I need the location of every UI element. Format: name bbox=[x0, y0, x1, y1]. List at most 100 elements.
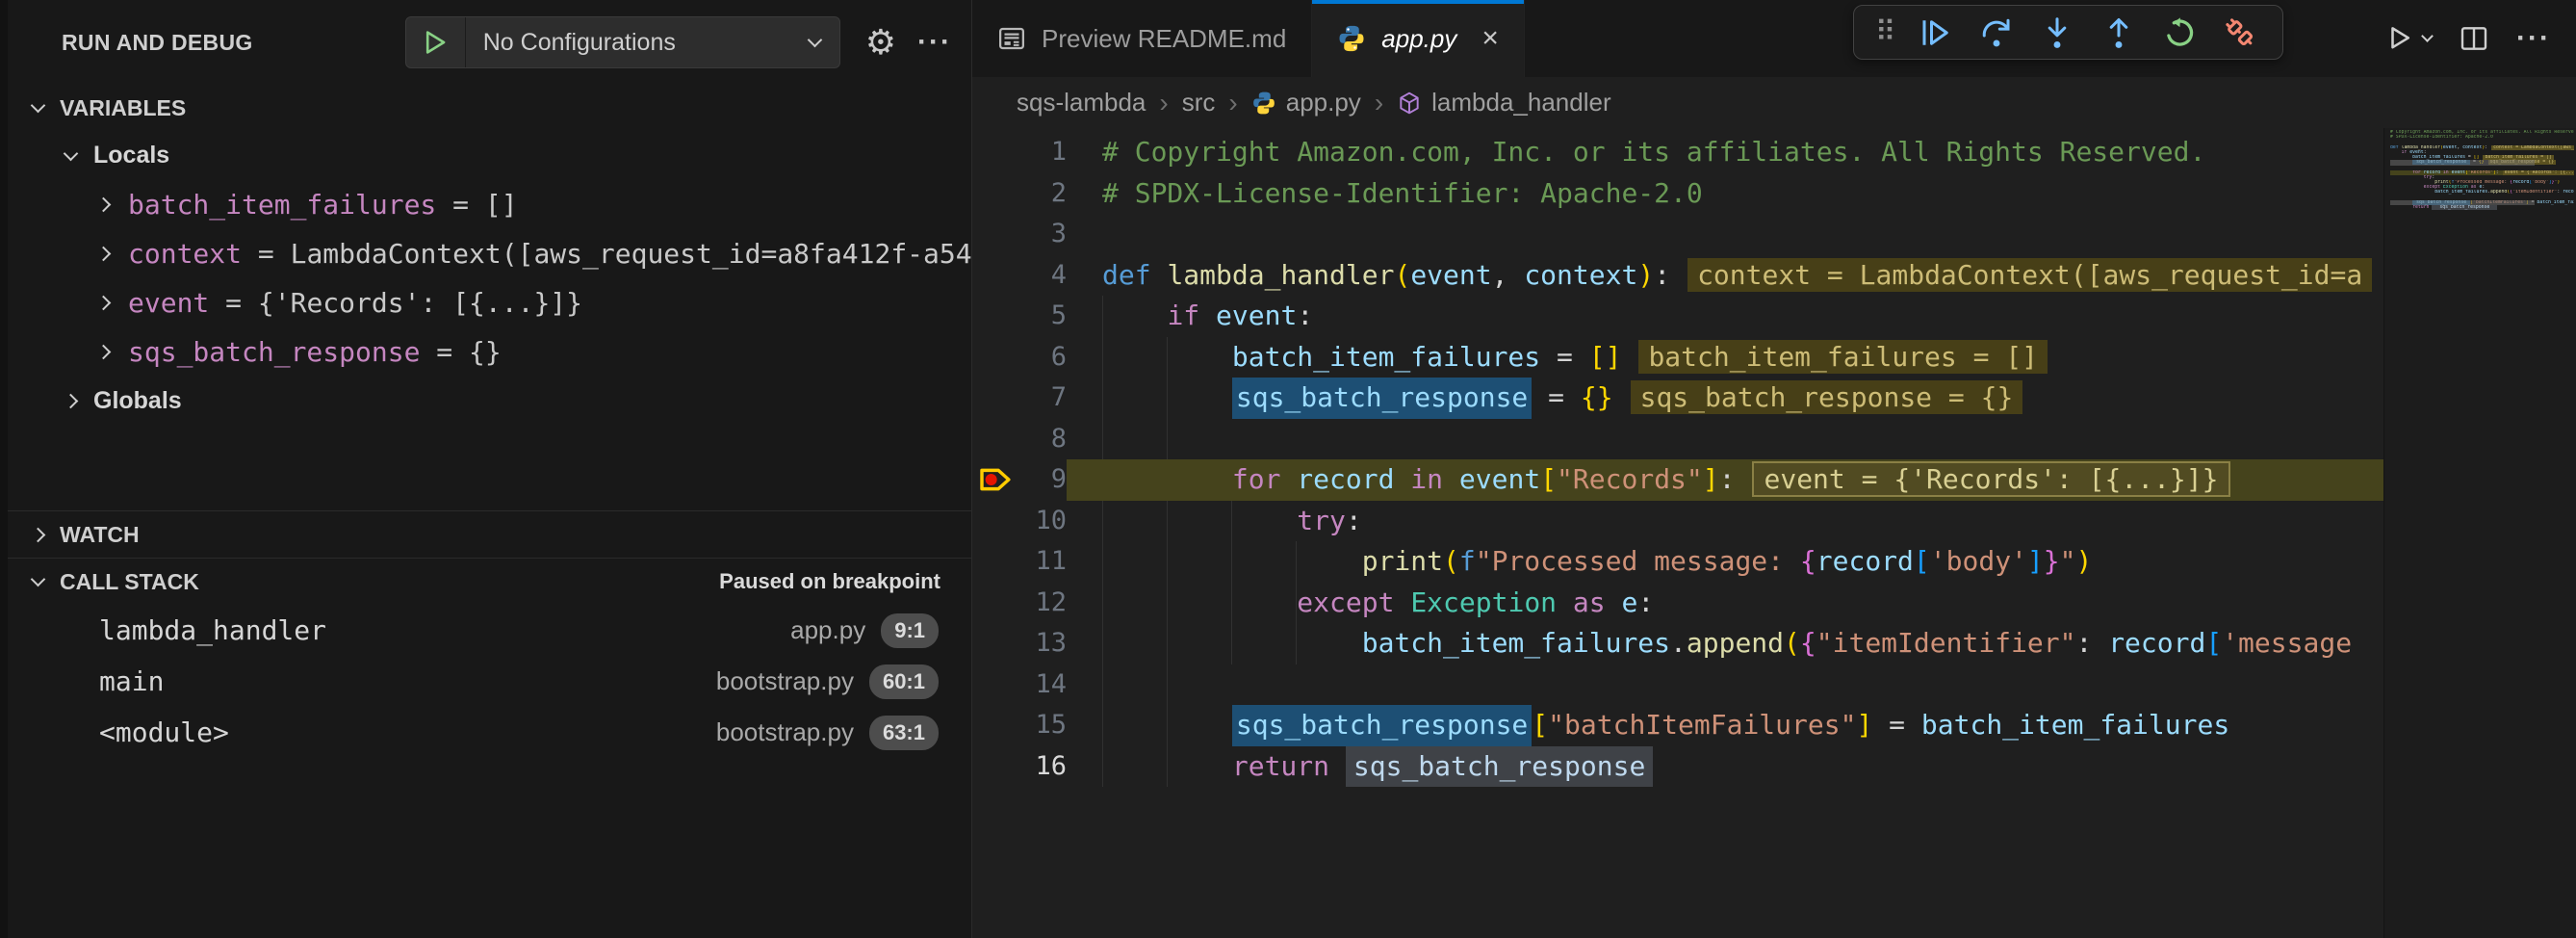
code-line[interactable]: 10 try: bbox=[972, 501, 2383, 542]
breakpoint-gutter[interactable] bbox=[972, 214, 1022, 255]
code-text[interactable]: if event: bbox=[1067, 296, 2383, 337]
breadcrumb-item-symbol[interactable]: lambda_handler bbox=[1397, 88, 1610, 117]
line-number[interactable]: 2 bbox=[1022, 173, 1067, 215]
code-line[interactable]: 1# Copyright Amazon.com, Inc. or its aff… bbox=[972, 132, 2383, 173]
stack-frame-row[interactable]: <module> bootstrap.py 63:1 bbox=[8, 707, 971, 758]
code-line[interactable]: 13 batch_item_failures.append({"itemIden… bbox=[972, 623, 2383, 664]
line-number[interactable]: 11 bbox=[1022, 541, 1067, 583]
stack-frame-row[interactable]: lambda_handler app.py 9:1 bbox=[8, 605, 971, 656]
code-line[interactable]: 3 bbox=[972, 214, 2383, 255]
variable-row[interactable]: event = {'Records': [{...}]} bbox=[8, 278, 971, 327]
close-tab-icon[interactable]: × bbox=[1481, 24, 1499, 53]
tab-app-py[interactable]: app.py × bbox=[1312, 0, 1525, 77]
run-python-file-button[interactable] bbox=[2384, 22, 2432, 55]
toolbar-gripper-icon[interactable]: ⠿ bbox=[1875, 18, 1896, 47]
code-text[interactable]: sqs_batch_response = {}sqs_batch_respons… bbox=[1067, 378, 2383, 419]
code-line[interactable]: 2# SPDX-License-Identifier: Apache-2.0 bbox=[972, 173, 2383, 215]
tab-preview-readme[interactable]: Preview README.md bbox=[972, 0, 1312, 77]
breakpoint-gutter[interactable] bbox=[972, 664, 1022, 706]
more-editor-actions-icon[interactable]: ··· bbox=[2516, 22, 2551, 55]
breadcrumb-item-file[interactable]: app.py bbox=[1251, 88, 1361, 117]
code-text[interactable]: # Copyright Amazon.com, Inc. or its affi… bbox=[1067, 132, 2383, 173]
code-line[interactable]: 16 return sqs_batch_response bbox=[972, 746, 2383, 788]
breadcrumb-item[interactable]: src bbox=[1182, 88, 1216, 117]
code-line[interactable]: 7 sqs_batch_response = {}sqs_batch_respo… bbox=[972, 378, 2383, 419]
line-number[interactable]: 15 bbox=[1022, 705, 1067, 746]
code-text[interactable]: # SPDX-License-Identifier: Apache-2.0 bbox=[1067, 173, 2383, 215]
variable-row[interactable]: context = LambdaContext([aws_request_id=… bbox=[8, 229, 971, 278]
breakpoint-gutter[interactable] bbox=[972, 623, 1022, 664]
code-line[interactable]: 5 if event: bbox=[972, 296, 2383, 337]
code-line[interactable]: 12 except Exception as e: bbox=[972, 583, 2383, 624]
chevron-right-icon[interactable] bbox=[96, 345, 112, 360]
variable-row[interactable]: batch_item_failures = [] bbox=[8, 180, 971, 229]
code-text[interactable]: batch_item_failures = []batch_item_failu… bbox=[1067, 337, 2383, 378]
code-text[interactable]: print(f"Processed message: {record['body… bbox=[1067, 541, 2383, 583]
chevron-right-icon[interactable] bbox=[96, 296, 112, 311]
line-number[interactable]: 4 bbox=[1022, 255, 1067, 297]
code-line[interactable]: 14 bbox=[972, 664, 2383, 706]
gear-icon[interactable]: ⚙ bbox=[865, 25, 896, 60]
code-line[interactable]: 4def lambda_handler(event, context):cont… bbox=[972, 255, 2383, 297]
chevron-right-icon[interactable] bbox=[96, 197, 112, 213]
code-text[interactable] bbox=[1067, 664, 2383, 706]
globals-scope-row[interactable]: Globals bbox=[8, 377, 971, 426]
code-lines[interactable]: 1# Copyright Amazon.com, Inc. or its aff… bbox=[972, 128, 2383, 938]
start-debugging-icon[interactable] bbox=[406, 17, 466, 67]
code-text[interactable]: sqs_batch_response["batchItemFailures"] … bbox=[1067, 705, 2383, 746]
call-stack-section-header[interactable]: CALL STACK Paused on breakpoint bbox=[8, 559, 971, 605]
code-line[interactable]: 11 print(f"Processed message: {record['b… bbox=[972, 541, 2383, 583]
disconnect-button[interactable] bbox=[2219, 12, 2261, 54]
step-into-button[interactable] bbox=[2036, 12, 2078, 54]
line-number[interactable]: 7 bbox=[1022, 378, 1067, 419]
line-number[interactable]: 1 bbox=[1022, 132, 1067, 173]
line-number[interactable]: 12 bbox=[1022, 583, 1067, 624]
line-number[interactable]: 16 bbox=[1022, 746, 1067, 788]
restart-button[interactable] bbox=[2158, 12, 2201, 54]
minimap[interactable]: # Copyright Amazon.com, Inc. or its affi… bbox=[2383, 128, 2576, 938]
breadcrumb-item[interactable]: sqs-lambda bbox=[1017, 88, 1146, 117]
line-number[interactable]: 13 bbox=[1022, 623, 1067, 664]
code-text[interactable]: try: bbox=[1067, 501, 2383, 542]
line-number[interactable]: 10 bbox=[1022, 501, 1067, 542]
breakpoint-gutter[interactable] bbox=[972, 173, 1022, 215]
breakpoint-gutter[interactable] bbox=[972, 541, 1022, 583]
line-number[interactable]: 9 bbox=[1022, 459, 1067, 501]
locals-scope-row[interactable]: Locals bbox=[8, 131, 971, 180]
breakpoint-gutter[interactable] bbox=[972, 705, 1022, 746]
breakpoint-gutter[interactable] bbox=[972, 501, 1022, 542]
split-editor-button[interactable] bbox=[2459, 23, 2489, 54]
breakpoint-gutter[interactable] bbox=[972, 255, 1022, 297]
code-line[interactable]: 9 for record in event["Records"]:event =… bbox=[972, 459, 2383, 501]
code-text[interactable] bbox=[1067, 419, 2383, 460]
code-line[interactable]: 6 batch_item_failures = []batch_item_fai… bbox=[972, 337, 2383, 378]
more-actions-icon[interactable]: ··· bbox=[917, 26, 952, 59]
step-out-button[interactable] bbox=[2098, 12, 2140, 54]
variables-section-header[interactable]: VARIABLES bbox=[8, 85, 971, 131]
line-number[interactable]: 3 bbox=[1022, 214, 1067, 255]
code-line[interactable]: 15 sqs_batch_response["batchItemFailures… bbox=[972, 705, 2383, 746]
breakpoint-gutter[interactable] bbox=[972, 132, 1022, 173]
watch-section-header[interactable]: WATCH bbox=[8, 510, 971, 559]
code-text[interactable]: except Exception as e: bbox=[1067, 583, 2383, 624]
line-number[interactable]: 5 bbox=[1022, 296, 1067, 337]
line-number[interactable]: 14 bbox=[1022, 664, 1067, 706]
debug-config-dropdown[interactable]: No Configurations bbox=[405, 16, 840, 68]
code-text[interactable]: def lambda_handler(event, context):conte… bbox=[1067, 255, 2383, 297]
chevron-right-icon[interactable] bbox=[96, 247, 112, 262]
breakpoint-gutter[interactable] bbox=[972, 583, 1022, 624]
line-number[interactable]: 8 bbox=[1022, 419, 1067, 460]
stack-frame-row[interactable]: main bootstrap.py 60:1 bbox=[8, 656, 971, 707]
breakpoint-gutter[interactable] bbox=[972, 419, 1022, 460]
line-number[interactable]: 6 bbox=[1022, 337, 1067, 378]
breakpoint-gutter[interactable] bbox=[972, 337, 1022, 378]
breakpoint-gutter[interactable] bbox=[972, 378, 1022, 419]
code-line[interactable]: 8 bbox=[972, 419, 2383, 460]
step-over-button[interactable] bbox=[1975, 12, 2018, 54]
code-text[interactable]: return sqs_batch_response bbox=[1067, 746, 2383, 788]
variable-row[interactable]: sqs_batch_response = {} bbox=[8, 327, 971, 377]
code-text[interactable] bbox=[1067, 214, 2383, 255]
continue-button[interactable] bbox=[1915, 12, 1957, 54]
breakpoint-current-line-icon[interactable] bbox=[972, 459, 1022, 501]
breakpoint-gutter[interactable] bbox=[972, 746, 1022, 788]
